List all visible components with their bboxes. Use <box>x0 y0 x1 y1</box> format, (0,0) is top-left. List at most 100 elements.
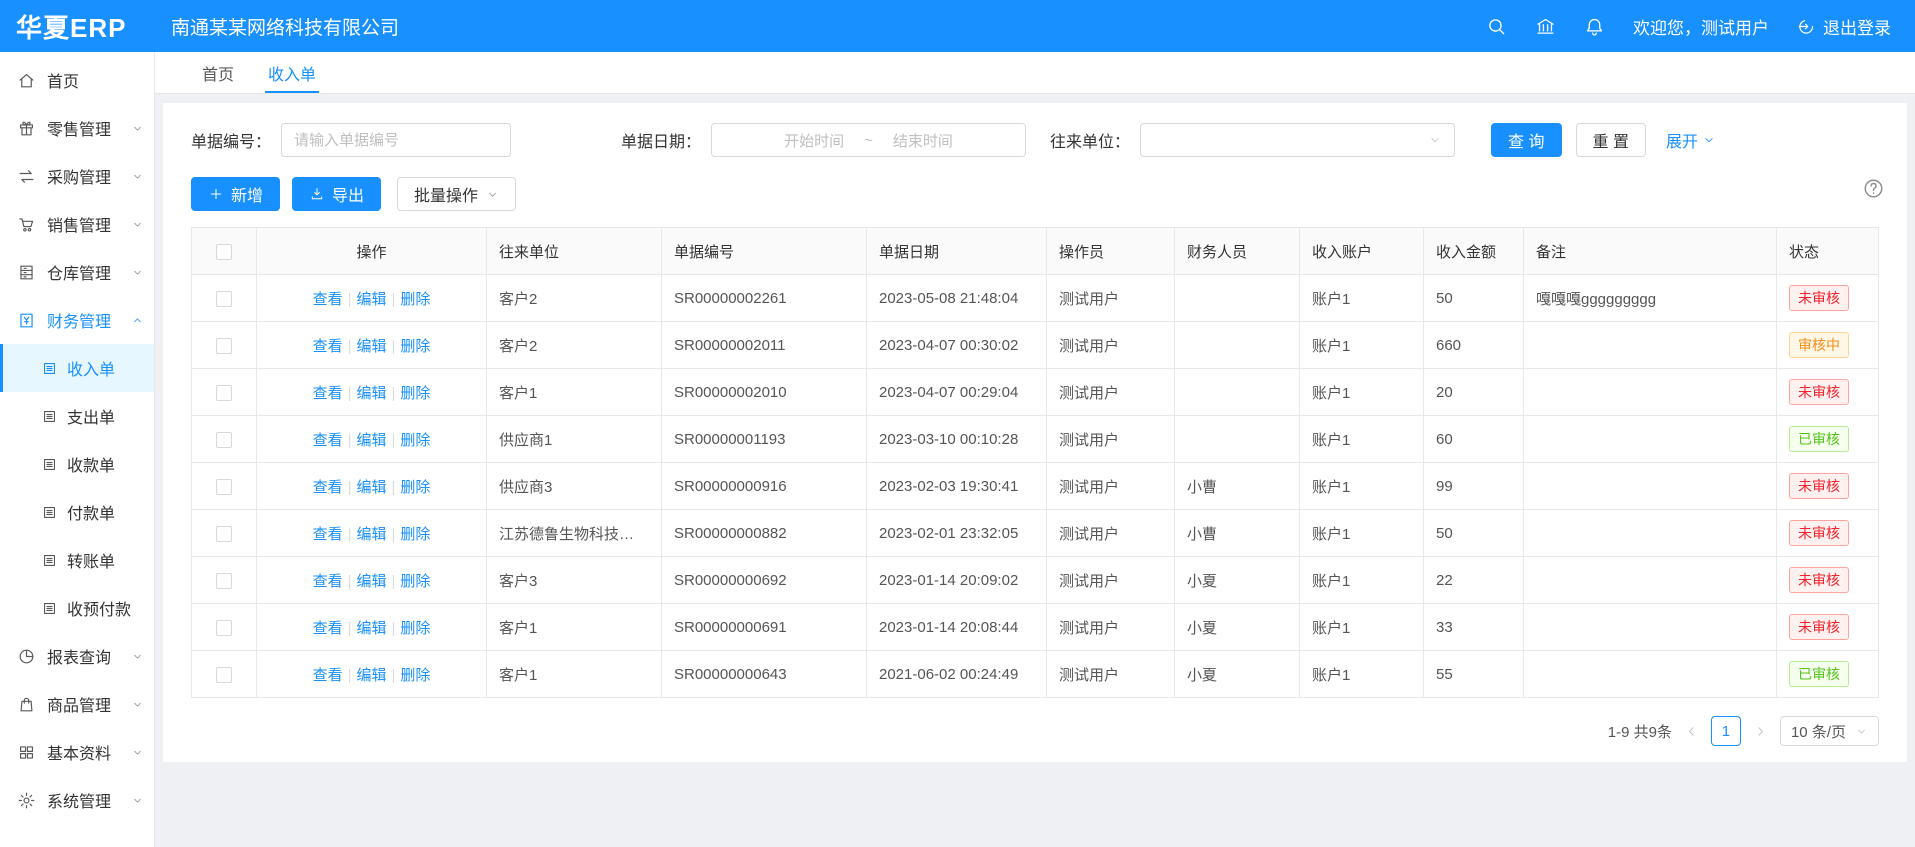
sidebar-item-purchase[interactable]: 采购管理 <box>0 152 154 200</box>
sidebar-subitem-receipt[interactable]: 收款单 <box>0 440 154 488</box>
sidebar-subitem-transfer[interactable]: 转账单 <box>0 536 154 584</box>
prev-page-icon[interactable] <box>1684 724 1699 739</box>
sidebar-item-goods[interactable]: 商品管理 <box>0 680 154 728</box>
edit-link[interactable]: 编辑 <box>356 291 386 308</box>
logout-button[interactable]: 退出登录 <box>1797 14 1891 39</box>
cell-remark <box>1524 322 1777 369</box>
export-button-label: 导出 <box>332 182 364 206</box>
sidebar-item-system[interactable]: 系统管理 <box>0 776 154 824</box>
row-checkbox[interactable] <box>216 573 232 589</box>
row-checkbox[interactable] <box>216 479 232 495</box>
row-checkbox[interactable] <box>216 385 232 401</box>
cell-account: 账户1 <box>1300 510 1424 557</box>
cell-bill-no: SR00000000916 <box>662 463 867 510</box>
date-range-picker[interactable]: 开始时间 ~ 结束时间 <box>711 123 1026 157</box>
cell-partner: 供应商3 <box>487 463 662 510</box>
cell-finance-staff <box>1175 322 1300 369</box>
edit-link[interactable]: 编辑 <box>356 338 386 355</box>
chevron-down-icon <box>131 794 144 807</box>
delete-link[interactable]: 删除 <box>400 291 430 308</box>
delete-link[interactable]: 删除 <box>400 573 430 590</box>
sidebar-item-label: 零售管理 <box>47 116 111 140</box>
cell-amount: 660 <box>1424 322 1524 369</box>
sidebar-subitem-prepaid[interactable]: 收预付款 <box>0 584 154 632</box>
view-link[interactable]: 查看 <box>313 620 343 637</box>
search-icon[interactable] <box>1486 16 1507 37</box>
row-checkbox[interactable] <box>216 432 232 448</box>
export-button[interactable]: 导出 <box>292 177 381 211</box>
view-link[interactable]: 查看 <box>313 667 343 684</box>
cell-date: 2023-02-03 19:30:41 <box>867 463 1047 510</box>
cell-date: 2023-01-14 20:08:44 <box>867 604 1047 651</box>
help-icon[interactable] <box>1862 177 1885 200</box>
edit-link[interactable]: 编辑 <box>356 573 386 590</box>
view-link[interactable]: 查看 <box>313 385 343 402</box>
edit-link[interactable]: 编辑 <box>356 526 386 543</box>
delete-link[interactable]: 删除 <box>400 432 430 449</box>
sidebar-item-basic[interactable]: 基本资料 <box>0 728 154 776</box>
view-link[interactable]: 查看 <box>313 432 343 449</box>
sidebar-item-warehouse[interactable]: 仓库管理 <box>0 248 154 296</box>
tab-home[interactable]: 首页 <box>185 52 251 93</box>
reset-button[interactable]: 重 置 <box>1576 123 1646 157</box>
cell-bill-no: SR00000000692 <box>662 557 867 604</box>
view-link[interactable]: 查看 <box>313 573 343 590</box>
bell-icon[interactable] <box>1584 16 1605 37</box>
bill-no-input[interactable] <box>281 123 511 157</box>
sidebar-item-home[interactable]: 首页 <box>0 56 154 104</box>
view-link[interactable]: 查看 <box>313 526 343 543</box>
cell-bill-no: SR00000001193 <box>662 416 867 463</box>
sidebar-item-sales[interactable]: 销售管理 <box>0 200 154 248</box>
tab-income-bill[interactable]: 收入单 <box>251 52 333 93</box>
row-checkbox[interactable] <box>216 667 232 683</box>
delete-link[interactable]: 删除 <box>400 667 430 684</box>
row-checkbox[interactable] <box>216 526 232 542</box>
partner-select[interactable] <box>1140 123 1455 157</box>
row-checkbox[interactable] <box>216 620 232 636</box>
view-link[interactable]: 查看 <box>313 479 343 496</box>
sidebar-subitem-label: 收款单 <box>67 452 115 476</box>
page-size-select[interactable]: 10 条/页 <box>1780 716 1879 746</box>
chevron-down-icon <box>1855 725 1868 738</box>
cell-bill-no: SR00000000643 <box>662 651 867 698</box>
row-checkbox[interactable] <box>216 338 232 354</box>
platform-icon[interactable] <box>1535 16 1556 37</box>
row-checkbox[interactable] <box>216 291 232 307</box>
edit-link[interactable]: 编辑 <box>356 667 386 684</box>
date-separator: ~ <box>864 132 873 149</box>
sidebar-subitem-label: 转账单 <box>67 548 115 572</box>
sidebar-item-report[interactable]: 报表查询 <box>0 632 154 680</box>
delete-link[interactable]: 删除 <box>400 385 430 402</box>
delete-link[interactable]: 删除 <box>400 479 430 496</box>
delete-link[interactable]: 删除 <box>400 338 430 355</box>
income-bill-table: 操作往来单位单据编号单据日期操作员财务人员收入账户收入金额备注状态 查看|编辑|… <box>191 227 1879 698</box>
batch-actions-button[interactable]: 批量操作 <box>397 177 516 211</box>
cell-account: 账户1 <box>1300 604 1424 651</box>
sidebar-subitem-payment[interactable]: 付款单 <box>0 488 154 536</box>
chevron-down-icon <box>1428 133 1442 147</box>
cell-actions: 查看|编辑|删除 <box>257 369 487 416</box>
search-button[interactable]: 查 询 <box>1491 123 1561 157</box>
edit-link[interactable]: 编辑 <box>356 385 386 402</box>
delete-link[interactable]: 删除 <box>400 526 430 543</box>
cell-operator: 测试用户 <box>1047 369 1175 416</box>
select-all-checkbox[interactable] <box>216 244 232 260</box>
doc-icon <box>41 360 58 377</box>
sidebar-item-finance[interactable]: 财务管理 <box>0 296 154 344</box>
sidebar-subitem-income[interactable]: 收入单 <box>0 344 154 392</box>
view-link[interactable]: 查看 <box>313 338 343 355</box>
cell-operator: 测试用户 <box>1047 651 1175 698</box>
view-link[interactable]: 查看 <box>313 291 343 308</box>
next-page-icon[interactable] <box>1753 724 1768 739</box>
status-badge: 已审核 <box>1789 661 1849 687</box>
sidebar-item-retail[interactable]: 零售管理 <box>0 104 154 152</box>
page-number-button[interactable]: 1 <box>1711 716 1741 746</box>
sidebar-subitem-label: 收入单 <box>67 356 115 380</box>
expand-filters-link[interactable]: 展开 <box>1666 128 1716 152</box>
edit-link[interactable]: 编辑 <box>356 479 386 496</box>
add-button[interactable]: 新增 <box>191 177 280 211</box>
delete-link[interactable]: 删除 <box>400 620 430 637</box>
sidebar-subitem-expense[interactable]: 支出单 <box>0 392 154 440</box>
edit-link[interactable]: 编辑 <box>356 432 386 449</box>
edit-link[interactable]: 编辑 <box>356 620 386 637</box>
